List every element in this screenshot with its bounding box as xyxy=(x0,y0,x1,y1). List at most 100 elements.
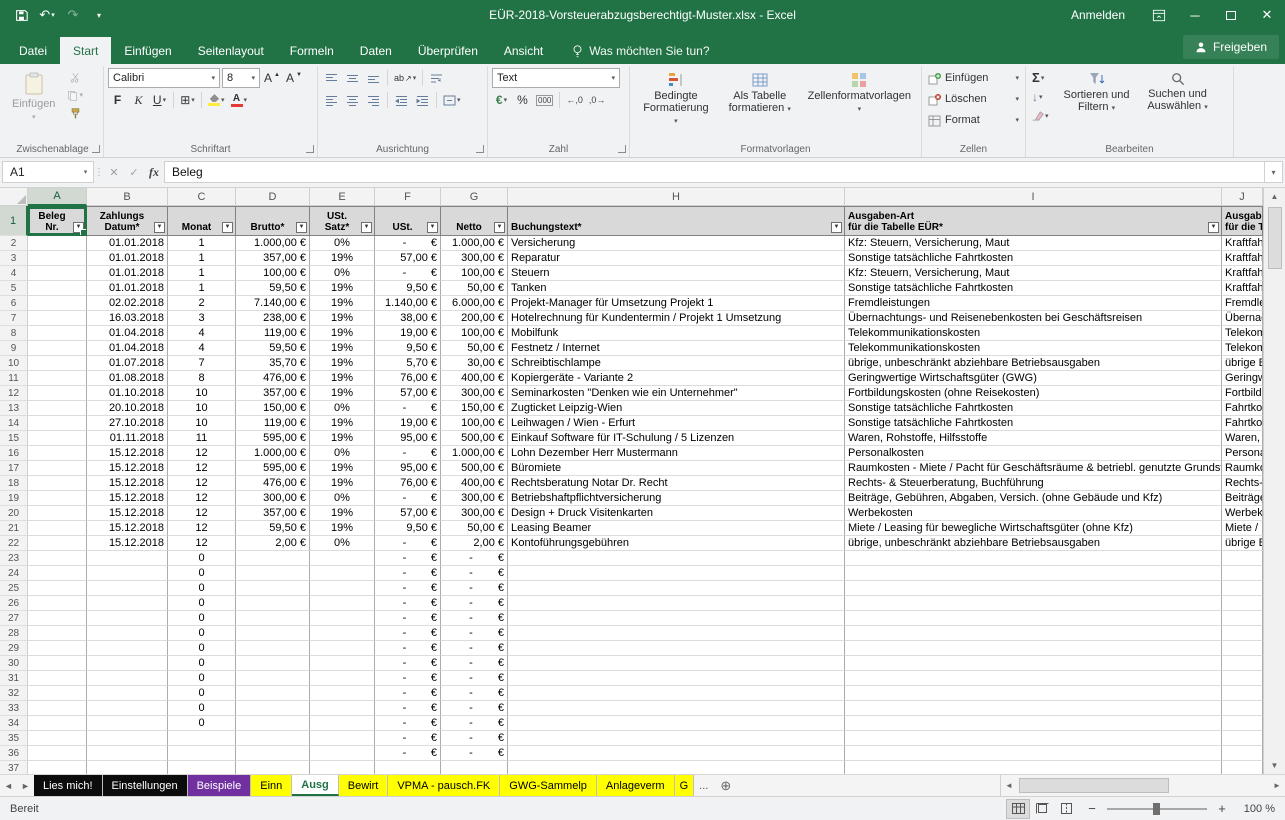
cell-G17[interactable]: 500,00 € xyxy=(441,461,508,476)
cell-F29[interactable]: -€ xyxy=(375,641,441,656)
cell-B14[interactable]: 27.10.2018 xyxy=(87,416,168,431)
cell-I22[interactable]: übrige, unbeschränkt abziehbare Betriebs… xyxy=(845,536,1222,551)
cell-F35[interactable]: -€ xyxy=(375,731,441,746)
cell-J24[interactable] xyxy=(1222,566,1263,581)
increase-indent-icon[interactable] xyxy=(413,90,432,110)
close-button[interactable]: ✕ xyxy=(1249,0,1285,30)
cell-D15[interactable]: 595,00 € xyxy=(236,431,310,446)
cell-C12[interactable]: 10 xyxy=(168,386,236,401)
row-header-8[interactable]: 8 xyxy=(0,326,28,341)
cell-G14[interactable]: 100,00 € xyxy=(441,416,508,431)
cell-G22[interactable]: 2,00 € xyxy=(441,536,508,551)
row-header-33[interactable]: 33 xyxy=(0,701,28,716)
row-header-3[interactable]: 3 xyxy=(0,251,28,266)
cell-H31[interactable] xyxy=(508,671,845,686)
cell-F4[interactable]: -€ xyxy=(375,266,441,281)
cell-F3[interactable]: 57,00 € xyxy=(375,251,441,266)
cell-G6[interactable]: 6.000,00 € xyxy=(441,296,508,311)
number-dialog-launcher-icon[interactable] xyxy=(618,145,626,153)
row-header-5[interactable]: 5 xyxy=(0,281,28,296)
cell-C3[interactable]: 1 xyxy=(168,251,236,266)
cell-I16[interactable]: Personalkosten xyxy=(845,446,1222,461)
cell-D31[interactable] xyxy=(236,671,310,686)
zoom-level[interactable]: 100 % xyxy=(1237,803,1275,815)
maximize-button[interactable] xyxy=(1213,0,1249,30)
cell-D35[interactable] xyxy=(236,731,310,746)
row-header-35[interactable]: 35 xyxy=(0,731,28,746)
cell-B26[interactable] xyxy=(87,596,168,611)
cell-A17[interactable] xyxy=(28,461,87,476)
cell-I14[interactable]: Sonstige tatsächliche Fahrtkosten xyxy=(845,416,1222,431)
cell-J23[interactable] xyxy=(1222,551,1263,566)
align-top-icon[interactable] xyxy=(322,68,341,88)
scroll-left-icon[interactable]: ◄ xyxy=(1001,781,1017,790)
insert-cells-button[interactable]: Einfügen▾ xyxy=(926,68,1021,88)
cell-D33[interactable] xyxy=(236,701,310,716)
cell-I5[interactable]: Sonstige tatsächliche Fahrtkosten xyxy=(845,281,1222,296)
cell-C27[interactable]: 0 xyxy=(168,611,236,626)
cell-F11[interactable]: 76,00 € xyxy=(375,371,441,386)
row-header-34[interactable]: 34 xyxy=(0,716,28,731)
ribbon-display-options-icon[interactable] xyxy=(1141,0,1177,30)
align-left-icon[interactable] xyxy=(322,90,341,110)
font-dialog-launcher-icon[interactable] xyxy=(306,145,314,153)
cell-E27[interactable] xyxy=(310,611,375,626)
cell-A34[interactable] xyxy=(28,716,87,731)
sheet-nav-right-icon[interactable]: ► xyxy=(17,775,34,796)
cell-B8[interactable]: 01.04.2018 xyxy=(87,326,168,341)
format-cells-button[interactable]: Format▾ xyxy=(926,110,1021,130)
filter-button-G[interactable]: ▼ xyxy=(494,222,505,233)
cell-F17[interactable]: 95,00 € xyxy=(375,461,441,476)
row-header-32[interactable]: 32 xyxy=(0,686,28,701)
cell-I18[interactable]: Rechts- & Steuerberatung, Buchführung xyxy=(845,476,1222,491)
bold-button[interactable]: F xyxy=(108,90,127,110)
cell-D30[interactable] xyxy=(236,656,310,671)
cell-D1[interactable]: Brutto*▼ xyxy=(236,206,310,236)
cell-H14[interactable]: Leihwagen / Wien - Erfurt xyxy=(508,416,845,431)
cell-C29[interactable]: 0 xyxy=(168,641,236,656)
cell-H15[interactable]: Einkauf Software für IT-Schulung / 5 Liz… xyxy=(508,431,845,446)
cell-H3[interactable]: Reparatur xyxy=(508,251,845,266)
row-header-2[interactable]: 2 xyxy=(0,236,28,251)
cell-D11[interactable]: 476,00 € xyxy=(236,371,310,386)
row-header-14[interactable]: 14 xyxy=(0,416,28,431)
cell-H37[interactable] xyxy=(508,761,845,774)
cell-I28[interactable] xyxy=(845,626,1222,641)
sheet-tab-gwg-sammelp[interactable]: GWG-Sammelp xyxy=(500,775,597,796)
cell-E34[interactable] xyxy=(310,716,375,731)
row-header-21[interactable]: 21 xyxy=(0,521,28,536)
cell-A5[interactable] xyxy=(28,281,87,296)
wrap-text-icon[interactable] xyxy=(427,68,446,88)
cell-A10[interactable] xyxy=(28,356,87,371)
cell-E33[interactable] xyxy=(310,701,375,716)
cell-D10[interactable]: 35,70 € xyxy=(236,356,310,371)
cell-C17[interactable]: 12 xyxy=(168,461,236,476)
cell-F26[interactable]: -€ xyxy=(375,596,441,611)
filter-button-F[interactable]: ▼ xyxy=(427,222,438,233)
row-header-16[interactable]: 16 xyxy=(0,446,28,461)
ribbon-tab-einfügen[interactable]: Einfügen xyxy=(111,37,184,64)
cell-F31[interactable]: -€ xyxy=(375,671,441,686)
cell-G2[interactable]: 1.000,00 € xyxy=(441,236,508,251)
cell-H21[interactable]: Leasing Beamer xyxy=(508,521,845,536)
cell-E29[interactable] xyxy=(310,641,375,656)
cell-B15[interactable]: 01.11.2018 xyxy=(87,431,168,446)
cell-B31[interactable] xyxy=(87,671,168,686)
cell-B7[interactable]: 16.03.2018 xyxy=(87,311,168,326)
cell-B34[interactable] xyxy=(87,716,168,731)
comma-style-icon[interactable]: 000 xyxy=(534,90,555,110)
cell-D23[interactable] xyxy=(236,551,310,566)
cell-J29[interactable] xyxy=(1222,641,1263,656)
cell-D32[interactable] xyxy=(236,686,310,701)
cell-H27[interactable] xyxy=(508,611,845,626)
row-header-18[interactable]: 18 xyxy=(0,476,28,491)
cell-E16[interactable]: 0% xyxy=(310,446,375,461)
cell-G12[interactable]: 300,00 € xyxy=(441,386,508,401)
cell-J12[interactable]: Fortbild xyxy=(1222,386,1263,401)
cell-J2[interactable]: Kraftfah xyxy=(1222,236,1263,251)
zoom-slider[interactable] xyxy=(1107,808,1207,810)
cell-C11[interactable]: 8 xyxy=(168,371,236,386)
cell-A24[interactable] xyxy=(28,566,87,581)
cell-H7[interactable]: Hotelrechnung für Kundentermin / Projekt… xyxy=(508,311,845,326)
cell-H18[interactable]: Rechtsberatung Notar Dr. Recht xyxy=(508,476,845,491)
